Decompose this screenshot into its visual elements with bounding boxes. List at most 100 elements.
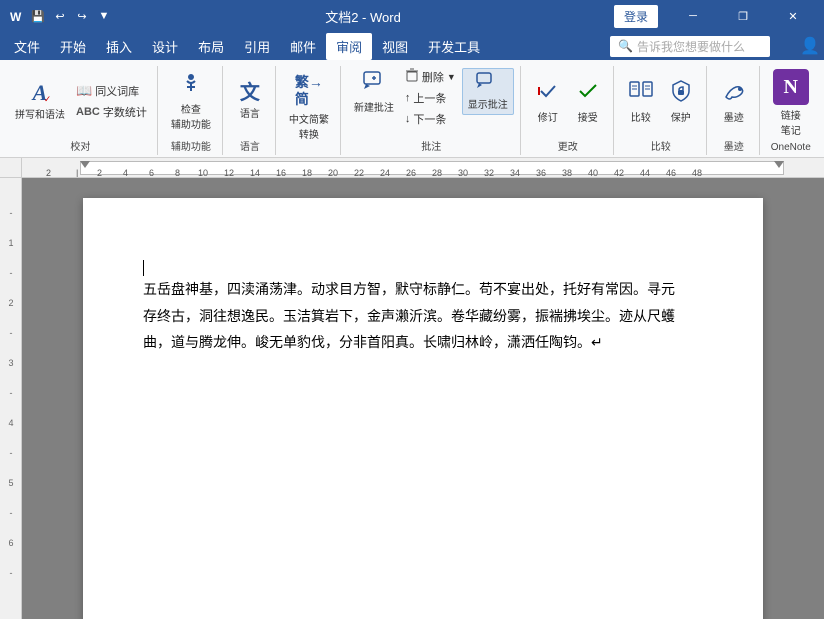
- vertical-ruler: - 1 - 2 - 3 - 4 - 5 - 6 -: [0, 178, 22, 619]
- menu-view[interactable]: 视图: [372, 33, 418, 60]
- protect-label: 保护: [671, 109, 691, 124]
- title-bar: W 💾 ↩ ↪ ▼ 文档2 - Word 登录 ─ ❐ ✕: [0, 0, 824, 32]
- onenote-group-label: OneNote: [768, 142, 814, 155]
- menu-references[interactable]: 引用: [234, 33, 280, 60]
- delete-icon: [405, 68, 419, 85]
- ink-label: 墨迹: [724, 109, 744, 124]
- menu-file[interactable]: 文件: [4, 33, 50, 60]
- changes-group-label: 更改: [529, 138, 607, 155]
- trad-simp-label: 中文简繁转换: [289, 111, 329, 141]
- spell-check-button[interactable]: A ✓ 拼写和语法: [10, 79, 70, 124]
- thesaurus-icon: 📖: [76, 83, 92, 99]
- ruler-mark: -: [2, 208, 20, 218]
- menu-home[interactable]: 开始: [50, 33, 96, 60]
- menu-insert[interactable]: 插入: [96, 33, 142, 60]
- document-title: 文档2 - Word: [112, 7, 614, 26]
- accessibility-group-label: 辅助功能: [166, 138, 216, 155]
- word-count-button[interactable]: ABC 字数统计: [72, 102, 151, 122]
- prev-label: 上一条: [413, 90, 446, 106]
- chinese-group-label: [284, 153, 334, 155]
- prev-comment-button[interactable]: ↑ 上一条: [401, 88, 460, 108]
- ruler-mark: 5: [2, 478, 20, 488]
- close-button[interactable]: ✕: [770, 0, 816, 32]
- next-icon: ↓: [405, 113, 411, 125]
- ruler-mark: 1: [2, 238, 20, 248]
- ink-group-label: 墨迹: [715, 138, 753, 155]
- new-comment-label: 新建批注: [354, 99, 394, 114]
- menu-design[interactable]: 设计: [142, 33, 188, 60]
- trad-simp-button[interactable]: 繁→简 中文简繁转换: [284, 73, 334, 145]
- compare-button[interactable]: 比较: [622, 76, 660, 127]
- new-comment-button[interactable]: 新建批注: [349, 66, 399, 117]
- ribbon-group-comments: 新建批注 删除 ▼ ↑ 上一条 ↓: [343, 66, 521, 155]
- prev-icon: ↑: [405, 92, 411, 104]
- document-page[interactable]: 五岳盘神基，四渎涌荡津。动求目方智，默守标静仁。苟不宴出处，托好有常因。寻元存终…: [83, 198, 763, 619]
- thesaurus-button[interactable]: 📖 同义词库: [72, 81, 151, 101]
- proofing-group-label: 校对: [10, 138, 151, 155]
- document-area: - 1 - 2 - 3 - 4 - 5 - 6 - 五岳盘神基，四渎涌荡津。动求…: [0, 178, 824, 619]
- ribbon-group-chinese: 繁→简 中文简繁转换: [278, 66, 341, 155]
- compare-group-label: 比较: [622, 138, 700, 155]
- minimize-button[interactable]: ─: [670, 0, 716, 32]
- menu-mail[interactable]: 邮件: [280, 33, 326, 60]
- word-count-label: 字数统计: [103, 104, 147, 120]
- title-bar-left: W 💾 ↩ ↪ ▼: [8, 8, 112, 24]
- delete-label: 删除: [422, 69, 444, 85]
- language-button[interactable]: 文 语言: [231, 80, 269, 123]
- accept-label: 接受: [578, 109, 598, 124]
- user-icon[interactable]: 👤: [800, 36, 820, 56]
- ruler-mark: 3: [2, 358, 20, 368]
- ribbon-group-ink: 墨迹 墨迹: [709, 66, 760, 155]
- ribbon-group-changes: 修订 接受 更改: [523, 66, 614, 155]
- search-box[interactable]: 🔍 告诉我您想要做什么: [610, 36, 770, 57]
- accept-button[interactable]: 接受: [569, 76, 607, 127]
- ruler-mark: 4: [2, 418, 20, 428]
- ink-button[interactable]: 墨迹: [715, 76, 753, 127]
- redo-button[interactable]: ↪: [75, 9, 89, 23]
- document-content[interactable]: 五岳盘神基，四渎涌荡津。动求目方智，默守标静仁。苟不宴出处，托好有常因。寻元存终…: [143, 278, 683, 358]
- ruler-mark: -: [2, 388, 20, 398]
- next-comment-button[interactable]: ↓ 下一条: [401, 109, 460, 129]
- page-container: 五岳盘神基，四渎涌荡津。动求目方智，默守标静仁。苟不宴出处，托好有常因。寻元存终…: [22, 178, 824, 619]
- ruler-mark: -: [2, 328, 20, 338]
- title-bar-right: 登录 ─ ❐ ✕: [614, 0, 816, 32]
- onenote-button[interactable]: N 链接笔记: [768, 66, 814, 140]
- undo-button[interactable]: ↩: [53, 9, 67, 23]
- delete-comment-button[interactable]: 删除 ▼: [401, 66, 460, 87]
- menu-layout[interactable]: 布局: [188, 33, 234, 60]
- menu-developer[interactable]: 开发工具: [418, 33, 490, 60]
- word-count-icon: ABC: [76, 106, 100, 118]
- ribbon-group-compare: 比较 保护 比较: [616, 66, 707, 155]
- search-icon: 🔍: [618, 39, 633, 53]
- ribbon-group-accessibility: 检查辅助功能 辅助功能: [160, 66, 223, 155]
- ruler-mark: -: [2, 568, 20, 578]
- login-button[interactable]: 登录: [614, 5, 658, 28]
- text-cursor: [143, 260, 144, 276]
- search-placeholder: 告诉我您想要做什么: [637, 38, 745, 55]
- check-accessibility-button[interactable]: 检查辅助功能: [166, 68, 216, 134]
- ruler-mark: -: [2, 508, 20, 518]
- compare-label: 比较: [631, 109, 651, 124]
- track-changes-button[interactable]: 修订: [529, 76, 567, 127]
- check-accessibility-label: 检查辅助功能: [171, 101, 211, 131]
- save-button[interactable]: 💾: [31, 9, 45, 23]
- comments-group-label: 批注: [349, 138, 514, 155]
- ruler-mark: 6: [2, 538, 20, 548]
- cursor-area: [143, 258, 683, 278]
- horizontal-ruler: 2 | 2 4 6 8 10 12 14 16 18 20 22 24 26 2…: [0, 158, 824, 178]
- onenote-label: 链接笔记: [781, 107, 801, 137]
- language-group-label: 语言: [231, 138, 269, 155]
- thesaurus-label: 同义词库: [95, 83, 139, 99]
- restore-button[interactable]: ❐: [720, 0, 766, 32]
- ribbon-group-onenote: N 链接笔记 OneNote: [762, 66, 820, 155]
- onenote-icon: N: [773, 69, 809, 105]
- menu-bar: 文件 开始 插入 设计 布局 引用 邮件 审阅 视图 开发工具 🔍 告诉我您想要…: [0, 32, 824, 60]
- show-comments-button[interactable]: 显示批注: [462, 68, 514, 115]
- ribbon-group-language: 文 语言 语言: [225, 66, 276, 155]
- protect-button[interactable]: 保护: [662, 76, 700, 127]
- ruler-mark: 2: [2, 298, 20, 308]
- menu-review[interactable]: 审阅: [326, 33, 372, 60]
- ribbon: A ✓ 拼写和语法 📖 同义词库 ABC 字数统计 校对: [0, 60, 824, 158]
- word-logo-icon: W: [8, 8, 24, 24]
- customize-button[interactable]: ▼: [97, 9, 111, 23]
